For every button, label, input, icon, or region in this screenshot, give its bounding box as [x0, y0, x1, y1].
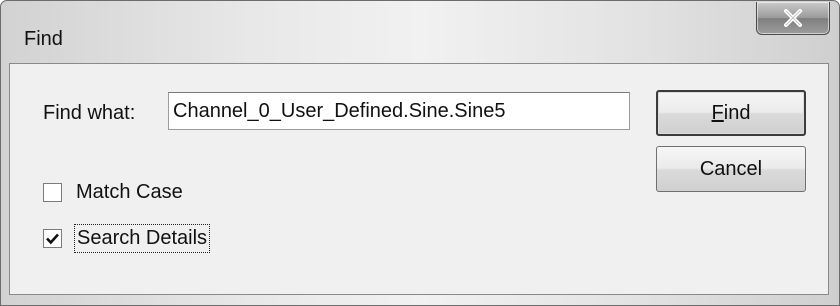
search-details-label[interactable]: Search Details	[74, 224, 211, 253]
match-case-checkbox[interactable]	[43, 183, 62, 202]
find-what-input[interactable]	[168, 92, 630, 130]
dialog-body: Find what: Find Cancel Match Case Search…	[9, 63, 829, 295]
cancel-button-label: Cancel	[699, 158, 763, 180]
find-button-mnemonic: F	[711, 102, 724, 124]
find-dialog: Find Find what: Find Cancel Match Case S…	[0, 0, 840, 306]
dialog-title: Find	[24, 28, 63, 50]
close-button[interactable]	[756, 2, 830, 35]
find-what-label: Find what:	[43, 102, 136, 124]
find-button-label: ind	[723, 102, 751, 124]
search-details-checkbox[interactable]	[43, 229, 62, 248]
find-button[interactable]: Find	[656, 90, 806, 136]
match-case-label[interactable]: Match Case	[76, 181, 183, 204]
close-x-icon	[784, 9, 802, 27]
title-bar[interactable]: Find	[1, 1, 839, 63]
checkmark-icon	[46, 233, 59, 245]
cancel-button[interactable]: Cancel	[656, 146, 806, 192]
